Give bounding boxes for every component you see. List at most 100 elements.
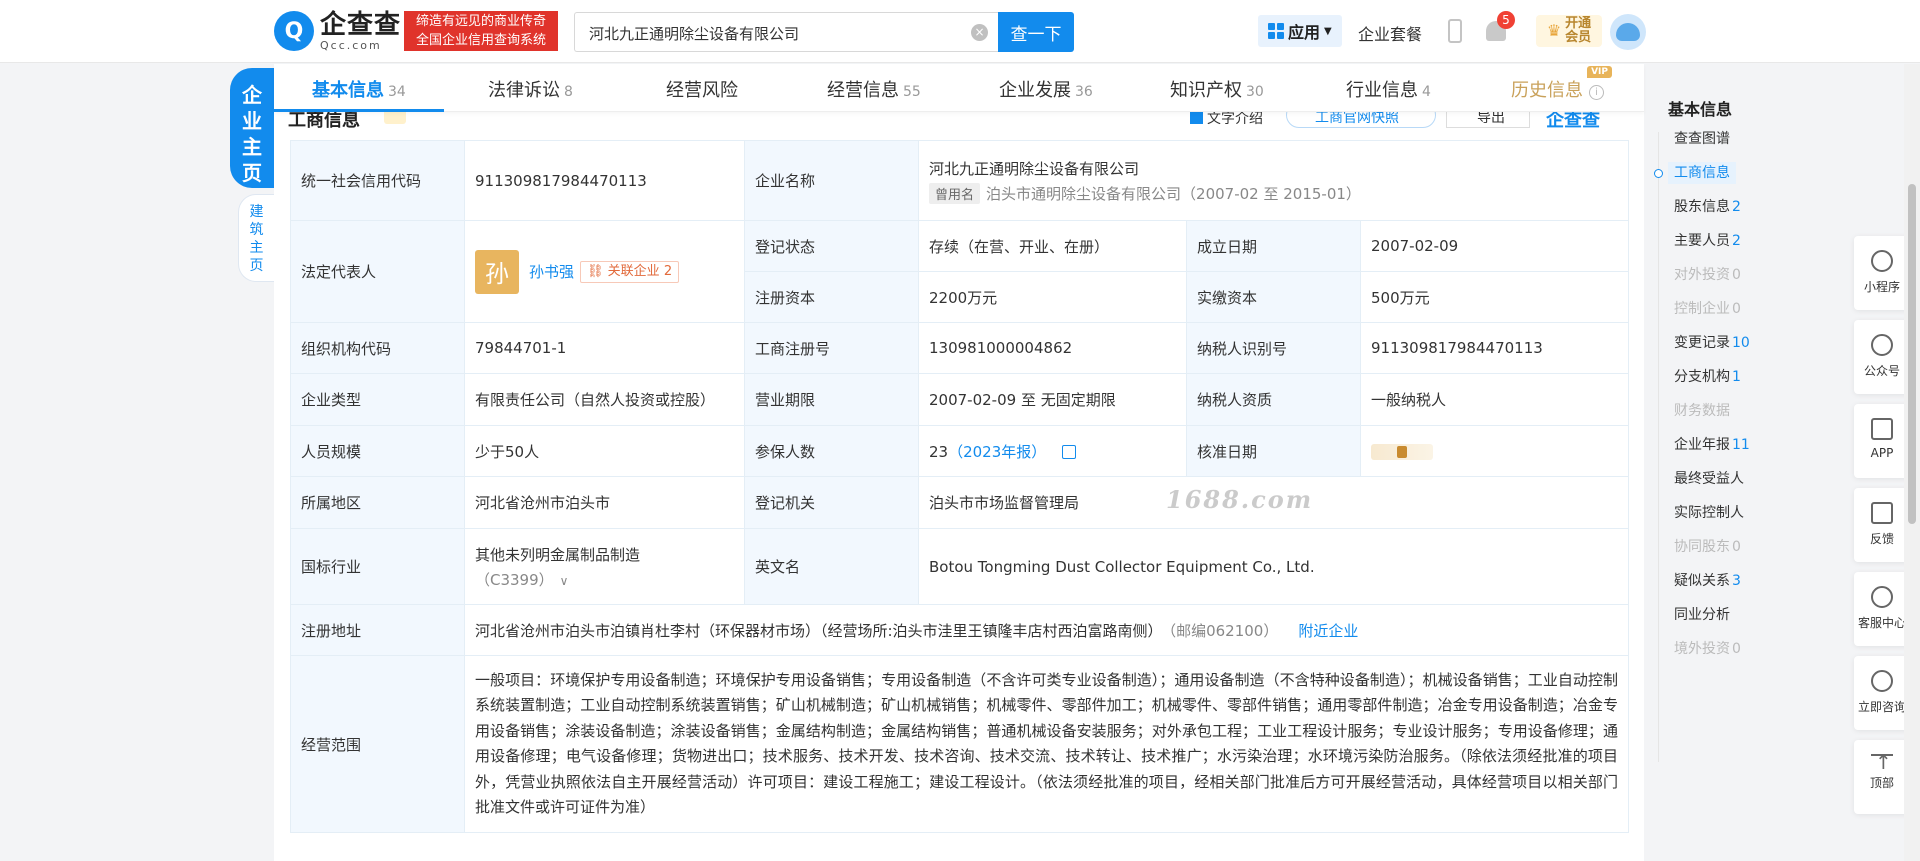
english-name-label: 英文名 [744,528,919,605]
paid-capital-label: 实缴资本 [1186,271,1361,323]
mini-program-icon [1871,250,1893,272]
official-account-icon [1871,334,1893,356]
tab-litigation[interactable]: 法律诉讼 8 [488,76,573,102]
vip-lock-icon[interactable] [1371,443,1433,460]
tab-business-risk[interactable]: 经营风险 [666,76,738,102]
float-button-consult[interactable]: 立即咨询 [1854,656,1910,730]
postcode-value: （邮编062100） [1168,621,1279,640]
scrollbar-thumb[interactable] [1908,184,1916,524]
search-input-value[interactable]: 河北九正通明除尘设备有限公司 [589,23,799,44]
anchor-item[interactable]: 财务数据 [1658,394,1788,428]
approve-date-label: 核准日期 [1186,425,1361,477]
apps-grid-icon [1268,23,1284,39]
anchor-item-label: 境外投资 [1674,641,1730,657]
float-button-label: 小程序 [1863,280,1900,294]
search-button[interactable]: 查一下 [998,12,1074,52]
anchor-item[interactable]: 控制企业 0 [1658,292,1788,326]
anchor-item[interactable]: 分支机构 1 [1658,360,1788,394]
credit-code-value[interactable]: 911309817984470113 [464,140,745,221]
org-code-value: 79844701-1 [464,322,745,374]
open-vip-button[interactable]: ♛ 开通 会员 [1536,15,1602,47]
float-button-mini-program[interactable]: 小程序 [1854,236,1910,310]
anchor-item[interactable]: 同业分析 [1658,598,1788,632]
search-input[interactable]: 河北九正通明除尘设备有限公司 × [574,12,998,52]
anchor-item[interactable]: 境外投资 0 [1658,632,1788,666]
page-scrollbar[interactable] [1904,64,1920,861]
site-logo[interactable]: Q 企查查 Qcc.com [274,11,401,51]
tab-business-info[interactable]: 经营信息 55 [827,76,921,102]
company-name-cell: 河北九正通明除尘设备有限公司 曾用名 泊头市通明除尘设备有限公司（2007-02 … [917,140,1630,221]
business-info-table: 统一社会信用代码 911309817984470113 企业名称 河北九正通明除… [290,140,1630,834]
enterprise-package-link[interactable]: 企业套餐 [1358,21,1422,45]
anchor-item[interactable]: 企业年报 11 [1658,428,1788,462]
anchor-item[interactable]: 查查图谱 [1658,122,1788,156]
anchor-item[interactable]: 最终受益人 [1658,462,1788,496]
english-name-value: Botou Tongming Dust Collector Equipment … [917,528,1630,605]
clear-search-icon[interactable]: × [971,24,988,41]
anchor-item[interactable]: 对外投资 0 [1658,258,1788,292]
float-button-label: 顶部 [1869,776,1894,790]
floating-toolbar: 小程序公众号 APP 反馈客服中心立即咨询顶部 [1854,236,1910,824]
approve-date-cell [1359,425,1630,477]
industry-value: 其他未列明金属制品制造 [475,545,641,564]
found-date-value: 2007-02-09 [1359,220,1630,272]
company-type-value: 有限责任公司（自然人投资或控股） [464,373,745,426]
category-tabs: 基本信息 34 法律诉讼 8 经营风险 经营信息 55 企业发展 36 知识产权 30 行… [274,64,1644,112]
insured-report-link[interactable]: （2023年报） [948,443,1046,461]
company-name-value[interactable]: 河北九正通明除尘设备有限公司 [929,158,1618,179]
mobile-phone-icon[interactable] [1448,19,1462,43]
anchor-item-count: 0 [1732,641,1741,657]
consult-icon [1871,670,1893,692]
anchor-item-label: 疑似关系 [1674,573,1730,589]
anchor-item-label: 查查图谱 [1674,131,1730,147]
float-button-back-to-top[interactable]: 顶部 [1854,740,1910,814]
tab-development[interactable]: 企业发展 36 [999,76,1093,102]
anchor-item[interactable]: 变更记录 10 [1658,326,1788,360]
side-tab-company-home[interactable]: 企业主页 [230,68,274,188]
anchor-item[interactable]: 协同股东 0 [1658,530,1788,564]
legal-rep-avatar[interactable]: 孙 [475,249,519,294]
slogan-banner: 缔造有远见的商业传奇 全国企业信用查询系统 [404,11,558,51]
anchor-item[interactable]: 股东信息 2 [1658,190,1788,224]
tab-litigation-label: 法律诉讼 [488,80,560,101]
company-name-label: 企业名称 [744,140,919,221]
anchor-item-label: 变更记录 [1674,335,1730,351]
app-menu-button[interactable]: 应用 ▼ [1258,15,1342,47]
anchor-item-count: 11 [1732,437,1750,453]
float-button-label: APP [1870,446,1894,460]
user-avatar-icon [1616,23,1640,41]
anchor-item-count: 0 [1732,267,1741,283]
reg-capital-label: 注册资本 [744,271,919,323]
tab-development-label: 企业发展 [999,80,1071,101]
anchor-item-count: 1 [1732,369,1741,385]
tab-ip[interactable]: 知识产权 30 [1170,76,1264,102]
float-button-app[interactable]: APP [1854,404,1910,478]
vip-tag: VIP [1587,66,1612,78]
slogan-line-1: 缔造有远见的商业传奇 [415,14,546,29]
anchor-item-label: 企业年报 [1674,437,1730,453]
float-button-feedback[interactable]: 反馈 [1854,488,1910,562]
trend-chart-icon[interactable] [1062,444,1077,459]
float-button-customer-service[interactable]: 客服中心 [1854,572,1910,646]
tab-industry-info[interactable]: 行业信息 4 [1346,76,1431,102]
status-value: 存续（在营、开业、在册） [918,220,1187,272]
user-avatar[interactable] [1610,14,1646,50]
tab-basic-info[interactable]: 基本信息 34 [312,76,406,102]
anchor-item[interactable]: 实际控制人 [1658,496,1788,530]
anchor-item[interactable]: 主要人员 2 [1658,224,1788,258]
anchor-item[interactable]: 工商信息 [1654,156,1788,190]
nearby-companies-link[interactable]: 附近企业 [1298,622,1358,640]
tab-industry-info-count: 4 [1422,84,1431,100]
float-button-official-account[interactable]: 公众号 [1854,320,1910,394]
industry-code-toggle[interactable]: （C3399） ∨ [475,569,734,590]
logo-mark-icon: Q [274,11,314,51]
top-header: Q 企查查 Qcc.com 缔造有远见的商业传奇 全国企业信用查询系统 河北九正… [0,0,1920,63]
legal-rep-name-link[interactable]: 孙书强 [529,263,574,281]
table-row: 法定代表人 孙孙书强 ⛓ 关联企业 2 登记状态 存续（在营、开业、在册） 成立日… [290,220,1630,323]
notification-bell-icon[interactable]: 5 [1484,11,1515,43]
side-tab-construction-home[interactable]: 建筑主页 [238,194,274,282]
tab-history-info[interactable]: 历史信息 i VIP [1511,66,1612,102]
anchor-item[interactable]: 疑似关系 3 [1658,564,1788,598]
related-companies-tag[interactable]: ⛓ 关联企业 2 [580,260,680,283]
app-icon [1871,418,1893,440]
